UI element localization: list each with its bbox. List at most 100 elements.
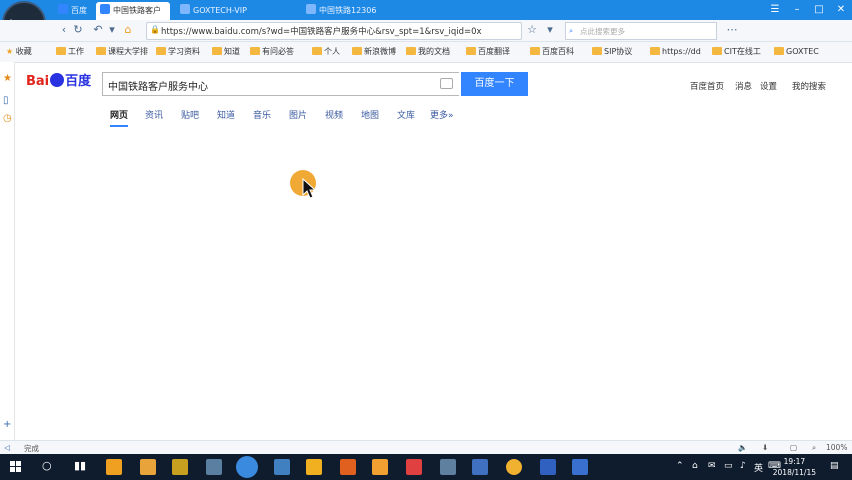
bookmark-item[interactable]: https://dd xyxy=(650,46,701,58)
tab-zhidao[interactable]: 知道 xyxy=(217,108,235,121)
bookmark-item[interactable]: 我的文档 xyxy=(406,46,450,58)
reader-icon[interactable]: ▯ xyxy=(3,96,13,106)
browser-taskbar-icon[interactable] xyxy=(236,456,258,478)
folder-icon xyxy=(352,47,362,55)
page-tab-icon xyxy=(306,4,316,14)
browser-search-input[interactable]: ⌕ 点此搜索更多 xyxy=(565,22,717,40)
tab-bar: 百度 中国铁路客户 GOXTECH-VIP 中国铁路12306 ☰ – □ ✕ xyxy=(0,0,852,20)
bookmark-item[interactable]: 新浪微博 xyxy=(352,46,396,58)
link-baidu-home[interactable]: 百度首页 xyxy=(690,80,724,92)
link-messages[interactable]: 消息 xyxy=(735,80,752,92)
file-explorer-icon[interactable] xyxy=(140,459,156,475)
tab-tieba[interactable]: 贴吧 xyxy=(181,108,199,121)
bookmark-item[interactable]: 知道 xyxy=(212,46,240,58)
app-icon-8[interactable] xyxy=(340,459,356,475)
network-icon[interactable]: ⌂ xyxy=(692,461,698,471)
refresh-icon[interactable]: ↻ xyxy=(70,23,86,37)
app-icon-6[interactable] xyxy=(274,459,290,475)
task-view-icon[interactable]: ▮▮ xyxy=(74,459,86,472)
clock-icon[interactable]: ◷ xyxy=(3,114,13,124)
tab-more[interactable]: 更多» xyxy=(430,108,454,121)
bookmark-label: CIT在线工 xyxy=(724,47,761,56)
app-icon-4[interactable] xyxy=(206,459,222,475)
tab-label: 中国铁路客户 xyxy=(113,6,161,15)
bookmark-item[interactable]: SIP协议 xyxy=(592,46,632,58)
bookmark-item[interactable]: GOXTEC xyxy=(774,46,819,58)
star-icon[interactable]: ★ xyxy=(3,74,13,84)
app-icon-3[interactable] xyxy=(172,459,188,475)
bookmark-item[interactable]: 百度翻译 xyxy=(466,46,510,58)
link-my-search[interactable]: 我的搜索 xyxy=(792,80,826,92)
bookmark-item[interactable]: 百度百科 xyxy=(530,46,574,58)
system-clock[interactable]: 19:17 2018/11/15 xyxy=(773,456,816,478)
download-icon[interactable]: ⬇ xyxy=(762,443,768,452)
maximize-button[interactable]: □ xyxy=(808,0,830,20)
bookmark-item[interactable]: 学习资料 xyxy=(156,46,200,58)
tab-baidu[interactable]: 百度 xyxy=(54,2,98,20)
app-icon-15[interactable] xyxy=(572,459,588,475)
bookmark-item[interactable]: 课程大学排 xyxy=(96,46,148,58)
app-icon-12[interactable] xyxy=(472,459,488,475)
bookmark-item[interactable]: 工作 xyxy=(56,46,84,58)
cortana-icon[interactable]: ○ xyxy=(42,459,52,472)
bookmark-favorites[interactable]: ★ 收藏 xyxy=(6,46,32,58)
screenshot-icon[interactable]: ▢ xyxy=(790,443,797,452)
zoom-level: 100% xyxy=(826,443,848,452)
tab-goxtech[interactable]: GOXTECH-VIP xyxy=(176,2,300,20)
app-icon-11[interactable] xyxy=(440,459,456,475)
message-icon[interactable]: ✉ xyxy=(708,461,716,471)
baidu-search-button[interactable]: 百度一下 xyxy=(461,72,528,96)
folder-icon xyxy=(312,47,322,55)
menu-icon[interactable]: ☰ xyxy=(764,0,786,20)
tab-images[interactable]: 图片 xyxy=(289,108,307,121)
bookmark-item[interactable]: CIT在线工 xyxy=(712,46,761,58)
bookmark-item[interactable]: 有问必答 xyxy=(250,46,294,58)
tray-icon[interactable]: ▭ xyxy=(724,461,733,471)
folder-icon xyxy=(96,47,106,55)
tab-train[interactable]: 中国铁路12306 xyxy=(302,2,376,20)
minimize-button[interactable]: – xyxy=(786,0,808,20)
notification-icon[interactable]: ▤ xyxy=(830,461,839,471)
tab-video[interactable]: 视频 xyxy=(325,108,343,121)
app-icon-9[interactable] xyxy=(372,459,388,475)
camera-icon[interactable] xyxy=(440,78,453,89)
app-icon-10[interactable] xyxy=(406,459,422,475)
baidu-logo[interactable]: Bai 百度 xyxy=(26,70,91,94)
tab-wenku[interactable]: 文库 xyxy=(397,108,415,121)
bookmark-label: 学习资料 xyxy=(168,47,200,56)
tab-news[interactable]: 资讯 xyxy=(145,108,163,121)
history-icon[interactable]: ▾ xyxy=(104,23,120,37)
volume-icon[interactable]: 🔈 xyxy=(738,443,747,452)
add-icon[interactable]: + xyxy=(3,420,13,430)
tab-label: 中国铁路12306 xyxy=(319,6,376,15)
speaker-icon[interactable]: ♪ xyxy=(740,461,746,471)
app-icon-1[interactable] xyxy=(106,459,122,475)
app-icon-7[interactable] xyxy=(306,459,322,475)
bookmark-item[interactable]: 个人 xyxy=(312,46,340,58)
extension-icon[interactable]: ⋯ xyxy=(724,23,740,37)
star-icon: ★ xyxy=(6,47,14,56)
tab-map[interactable]: 地图 xyxy=(361,108,379,121)
folder-icon xyxy=(650,47,660,55)
zoom-icon[interactable]: ⌕ xyxy=(812,443,816,453)
url-bar[interactable]: 🔒 https://www.baidu.com/s?wd=中国铁路客户服务中心&… xyxy=(146,22,522,40)
link-settings[interactable]: 设置 xyxy=(760,80,777,92)
dropdown-icon[interactable]: ▾ xyxy=(542,23,558,37)
bookmark-label: 个人 xyxy=(324,47,340,56)
app-icon-14[interactable] xyxy=(540,459,556,475)
tray-chevron-icon[interactable]: ⌃ xyxy=(676,461,684,471)
baidu-search-input[interactable]: 中国铁路客户服务中心 xyxy=(102,72,459,96)
app-icon-13[interactable] xyxy=(506,459,522,475)
sidebar-toggle-icon[interactable]: ◁ xyxy=(4,443,10,452)
bookmark-label: GOXTEC xyxy=(786,47,819,56)
input-language[interactable]: 英 xyxy=(754,461,763,474)
tab-web[interactable]: 网页 xyxy=(110,108,129,127)
star-icon[interactable]: ☆ xyxy=(524,23,540,37)
tab-12306[interactable]: 中国铁路客户 xyxy=(96,2,170,20)
home-icon[interactable]: ⌂ xyxy=(120,23,136,37)
bookmark-label: 工作 xyxy=(68,47,84,56)
folder-icon xyxy=(250,47,260,55)
windows-start-icon[interactable] xyxy=(10,461,22,473)
close-button[interactable]: ✕ xyxy=(830,0,852,20)
tab-music[interactable]: 音乐 xyxy=(253,108,271,121)
